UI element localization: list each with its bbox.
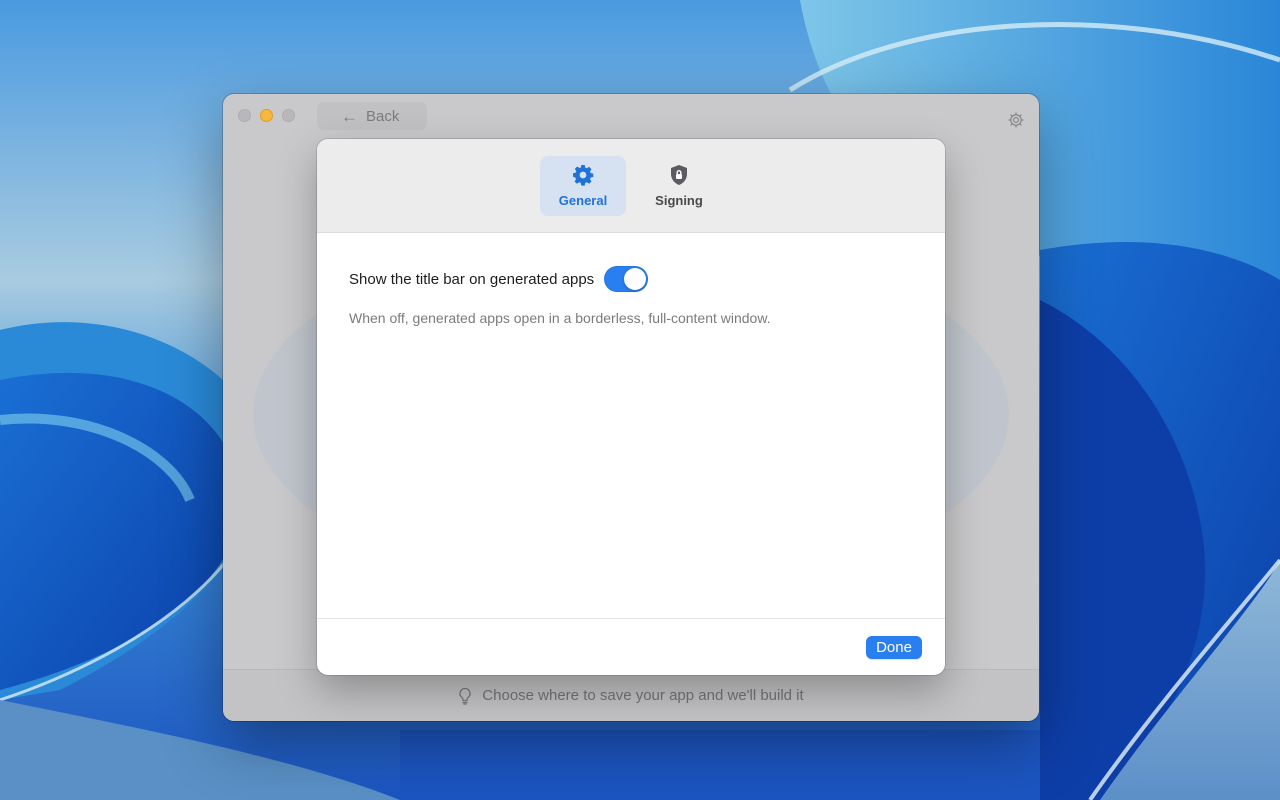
app-footer: Choose where to save your app and we'll … [223, 669, 1039, 721]
gear-icon [573, 165, 594, 186]
window-controls [238, 109, 295, 122]
done-button[interactable]: Done [866, 635, 922, 659]
title-bar-setting-row: Show the title bar on generated apps [349, 266, 913, 292]
back-button-label: Back [366, 107, 400, 125]
minimize-window-button[interactable] [260, 109, 273, 122]
preferences-content: Show the title bar on generated apps Whe… [317, 266, 945, 326]
back-button[interactable]: ← Back [317, 102, 427, 130]
preferences-toolbar: General Signing [317, 139, 945, 233]
footer-hint-text: Choose where to save your app and we'll … [482, 687, 804, 704]
preferences-sheet: General Signing Show the title bar on ge… [317, 139, 945, 675]
title-bar-setting-description: When off, generated apps open in a borde… [349, 310, 771, 326]
gear-icon[interactable] [1007, 111, 1025, 129]
lightbulb-icon [459, 687, 471, 705]
zoom-window-button[interactable] [282, 109, 295, 122]
tab-signing[interactable]: Signing [636, 156, 722, 216]
tab-general-label: General [558, 193, 608, 208]
title-bar-setting-label: Show the title bar on generated apps [349, 270, 595, 288]
title-bar-toggle[interactable] [604, 266, 649, 292]
tab-general[interactable]: General [540, 155, 626, 216]
toggle-knob [624, 268, 647, 290]
arrow-left-icon: ← [341, 106, 358, 126]
preferences-footer: Done [317, 618, 945, 675]
tab-signing-label: Signing [655, 193, 703, 208]
shield-lock-icon [671, 165, 687, 185]
close-window-button[interactable] [238, 109, 251, 122]
